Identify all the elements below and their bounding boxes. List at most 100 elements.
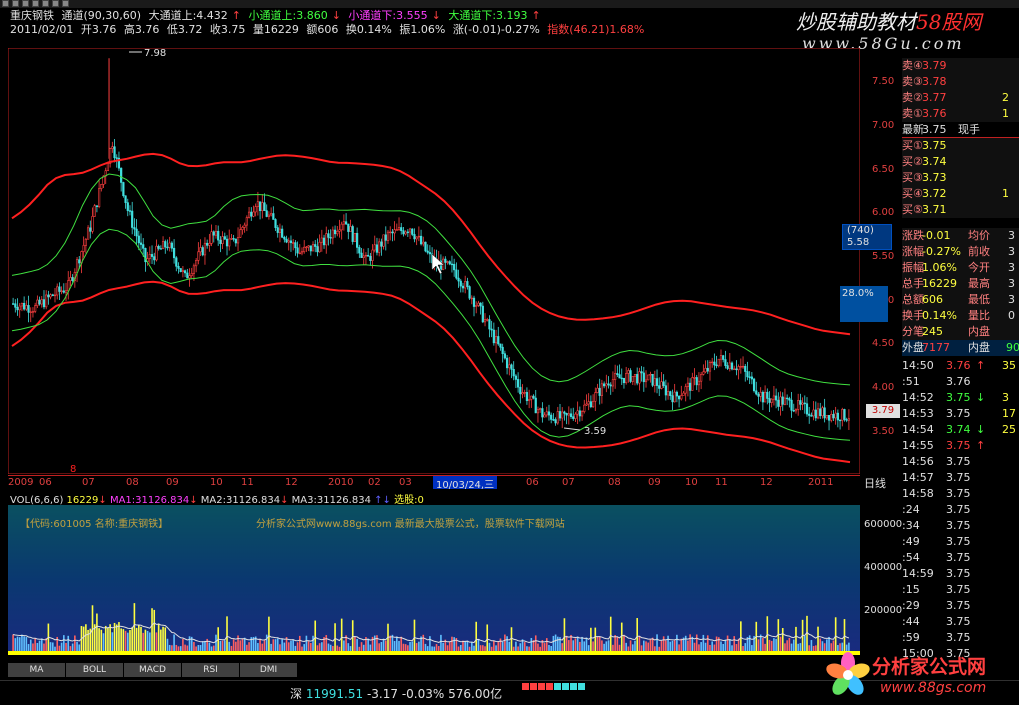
volume-bar <box>23 636 25 651</box>
volume-bar <box>400 636 403 651</box>
volume-bar <box>744 643 747 651</box>
candle-body <box>91 216 94 232</box>
price-tick: 7.50 <box>872 76 895 87</box>
candle-body <box>369 256 372 261</box>
date-tick: 12 <box>760 477 773 488</box>
high-label: 7.98 <box>144 48 166 59</box>
candle-body <box>453 263 456 271</box>
volume-bar <box>283 642 286 651</box>
volume-bar <box>179 646 182 651</box>
toolbar-button[interactable] <box>22 0 29 7</box>
tick-row: :51 3.76 <box>902 374 1019 390</box>
volume-bar <box>519 643 522 651</box>
price-chart[interactable]: 7.98 3.59 <box>8 48 860 474</box>
volume-bar <box>60 642 63 651</box>
candle-body <box>775 395 778 401</box>
candle-body <box>766 391 769 399</box>
bid-row: 买④ 3.72 1 <box>902 186 1019 202</box>
stat-value: 3 <box>1008 277 1015 290</box>
volume-bar <box>82 626 85 651</box>
candle-body <box>470 297 473 300</box>
volume-bar <box>155 632 158 651</box>
volume-bar <box>166 638 169 651</box>
volume-bar <box>301 646 303 651</box>
candle-body <box>730 362 734 370</box>
row-label: 14:57 <box>902 471 934 484</box>
volume-bar <box>671 640 674 651</box>
candle-body <box>673 391 676 403</box>
price-tick: 6.00 <box>872 207 895 218</box>
candle-body <box>137 235 140 244</box>
tab-dmi[interactable]: DMI <box>240 663 298 677</box>
candle-body <box>786 397 789 400</box>
toolbar-button[interactable] <box>62 0 69 7</box>
toolbar-button[interactable] <box>32 0 39 7</box>
tab-boll[interactable]: BOLL <box>66 663 124 677</box>
period-label[interactable]: 日线 <box>864 475 886 491</box>
row-value: 3.74 <box>922 155 947 168</box>
candle-body <box>660 381 663 389</box>
volume-bar <box>720 641 722 651</box>
volume-bar <box>424 643 427 651</box>
candle-body <box>461 285 465 289</box>
candle-body <box>106 163 110 172</box>
tick-arrow-icon: ↑ <box>976 439 986 452</box>
row-label: :51 <box>902 375 920 388</box>
volume-bar <box>162 626 164 651</box>
candle-body <box>40 299 43 305</box>
row-label: 买② <box>902 155 923 168</box>
volume-bar <box>334 623 336 651</box>
candle-body <box>680 395 683 400</box>
candle-body <box>184 270 187 274</box>
volume-bar <box>212 645 215 651</box>
volume-bar <box>484 646 486 651</box>
candle-body <box>395 229 398 231</box>
candle-body <box>664 385 667 396</box>
tab-ma[interactable]: MA <box>8 663 66 677</box>
volume-bar <box>426 646 429 651</box>
row-value: 245 <box>922 325 943 338</box>
toolbar-button[interactable] <box>12 0 19 7</box>
toolbar-button[interactable] <box>52 0 59 7</box>
volume-bar <box>294 645 297 651</box>
volume-bar <box>171 645 173 651</box>
candle-body <box>625 373 628 384</box>
toolbar-button[interactable] <box>42 0 49 7</box>
candle-body <box>139 242 143 245</box>
tab-rsi[interactable]: RSI <box>182 663 240 677</box>
candle-body <box>799 400 802 405</box>
candle-body <box>627 370 630 374</box>
tick-row: 14:55 3.75 ↑ <box>902 438 1019 454</box>
volume-bar <box>662 636 665 651</box>
candle-body <box>214 230 218 236</box>
candle-body <box>684 386 687 394</box>
volume-bar <box>287 642 290 651</box>
tab-macd[interactable]: MACD <box>124 663 182 677</box>
candle-body <box>490 328 493 331</box>
candle-body <box>805 403 809 415</box>
candle-body <box>100 184 103 189</box>
candle-body <box>797 400 800 410</box>
candle-body <box>770 398 773 403</box>
row-label: 14:58 <box>902 487 934 500</box>
row-volume: 1 <box>1002 187 1009 200</box>
volume-bar <box>530 637 533 651</box>
candle-body <box>611 379 615 387</box>
volume-bar <box>219 640 222 651</box>
toolbar-button[interactable] <box>2 0 9 7</box>
row-value: 3.74 <box>946 423 971 436</box>
volume-bar <box>451 636 453 651</box>
volume-bar <box>111 632 114 651</box>
row-label: 买① <box>902 139 923 152</box>
candle-body <box>263 202 266 211</box>
volume-bar <box>706 635 709 651</box>
candle-body <box>505 357 509 369</box>
candle-body <box>649 373 652 376</box>
volume-bar <box>378 643 380 651</box>
candle-body <box>27 305 30 313</box>
volume-bar <box>274 639 277 651</box>
volume-bar <box>468 646 471 651</box>
volume-bar <box>362 644 365 651</box>
volume-bar <box>464 640 466 651</box>
breadth-segment <box>570 683 577 690</box>
